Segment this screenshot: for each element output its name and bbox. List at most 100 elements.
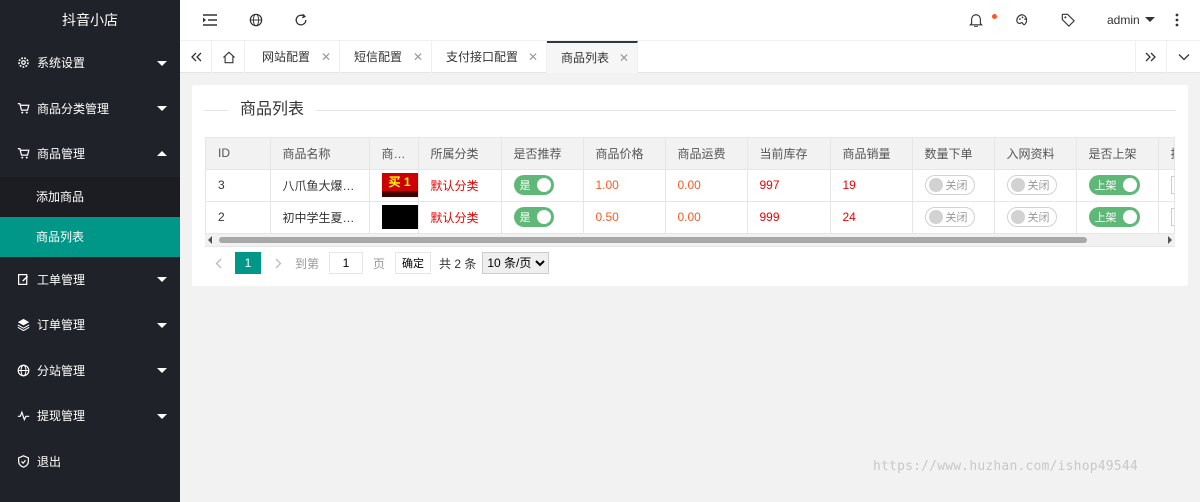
tabs-menu-button[interactable]	[1168, 41, 1200, 73]
total-count: 共 2 条	[439, 256, 477, 271]
caret-down-icon	[1144, 17, 1155, 22]
sidebar-item-withdraw-mgmt[interactable]: 提现管理	[0, 393, 180, 439]
top-header: admin	[180, 0, 1200, 41]
scrollbar-thumb[interactable]	[219, 237, 1087, 243]
scroll-right-arrow-icon[interactable]	[1168, 236, 1172, 244]
prev-page-button[interactable]	[205, 252, 231, 274]
chevron-down-icon	[157, 60, 167, 66]
cell-recommend: 是	[501, 169, 584, 202]
goto-confirm-button[interactable]: 确定	[395, 252, 432, 274]
more-vertical-icon[interactable]	[1169, 12, 1185, 28]
sidebar-item-logout[interactable]: 退出	[0, 439, 180, 485]
refresh-icon[interactable]	[293, 12, 309, 28]
cell-qty-order: 关闭	[912, 201, 995, 234]
goto-page-input[interactable]	[329, 252, 364, 274]
cell-on-sale: 上架	[1076, 201, 1159, 234]
edit-icon	[16, 272, 30, 286]
column-header[interactable]: 排	[1158, 138, 1174, 170]
cell-category: 默认分类	[418, 169, 502, 202]
sidebar-item-category-mgmt[interactable]: 商品分类管理	[0, 86, 180, 132]
scroll-left-arrow-icon[interactable]	[208, 236, 212, 244]
tabs-scroll-right-button[interactable]	[1135, 41, 1167, 73]
column-header[interactable]: 数量下单	[912, 138, 995, 170]
globe-icon	[16, 363, 30, 377]
card-header: 商品列表	[204, 100, 1176, 120]
tabs-scroll-left-button[interactable]	[180, 41, 212, 73]
column-header[interactable]: 商品名称	[270, 138, 370, 170]
cell-sales: 24	[830, 201, 913, 234]
page-number-current[interactable]: 1	[235, 252, 261, 274]
home-tab[interactable]	[213, 41, 245, 73]
column-header[interactable]: ID	[206, 138, 271, 170]
cell-shipping: 0.00	[665, 201, 748, 234]
sidebar-item-product-list[interactable]: 商品列表	[0, 216, 180, 257]
sidebar: 抖音小店 系统设置 商品分类管理 商品管理 添加商品 商品列表 工单管理 订单管…	[0, 0, 180, 502]
user-menu[interactable]: admin	[1107, 0, 1155, 40]
table-row: 2 初中学生夏… 默认分类 是 0.50 0.00 999 24 关闭 关闭 上…	[206, 201, 1174, 234]
network-toggle[interactable]: 关闭	[1006, 175, 1057, 195]
column-header[interactable]: 商…	[369, 138, 419, 170]
tab-product-list[interactable]: 商品列表 ✕	[547, 41, 638, 73]
qty-order-toggle[interactable]: 关闭	[924, 175, 975, 195]
cell-id: 3	[206, 169, 271, 202]
column-header[interactable]: 是否上架	[1076, 138, 1159, 170]
recommend-toggle[interactable]: 是	[513, 175, 554, 195]
sidebar-item-label: 退出	[37, 454, 62, 469]
divider	[204, 110, 1176, 111]
close-icon[interactable]: ✕	[321, 41, 331, 73]
on-sale-toggle[interactable]: 上架	[1088, 207, 1140, 227]
cell-price: 0.50	[583, 201, 666, 234]
tab-site-config[interactable]: 网站配置 ✕	[248, 41, 340, 73]
tab-label: 网站配置	[262, 50, 311, 64]
column-header[interactable]: 当前库存	[747, 138, 831, 170]
sidebar-item-label: 订单管理	[37, 318, 86, 333]
cell-recommend: 是	[501, 201, 584, 234]
column-header[interactable]: 商品价格	[583, 138, 666, 170]
sidebar-item-label: 分站管理	[37, 363, 86, 378]
chevron-up-icon	[157, 150, 167, 156]
tab-payment-config[interactable]: 支付接口配置 ✕	[432, 41, 547, 73]
column-header[interactable]: 入网资料	[994, 138, 1077, 170]
product-thumbnail[interactable]	[381, 205, 417, 229]
chevron-down-icon	[157, 368, 167, 374]
cell-thumb: 买 1	[369, 169, 419, 202]
table-horizontal-scrollbar[interactable]	[205, 234, 1175, 246]
close-icon[interactable]: ✕	[413, 41, 423, 73]
tab-sms-config[interactable]: 短信配置 ✕	[340, 41, 432, 73]
sidebar-item-system-settings[interactable]: 系统设置	[0, 40, 180, 86]
cell-id: 2	[206, 201, 271, 234]
tag-icon[interactable]	[1060, 12, 1076, 28]
column-header[interactable]: 商品运费	[665, 138, 748, 170]
chevron-down-icon	[157, 106, 167, 112]
recommend-toggle[interactable]: 是	[513, 207, 554, 227]
cell-stock: 997	[747, 169, 831, 202]
tab-label: 商品列表	[561, 51, 610, 65]
page-size-select[interactable]: 10 条/页	[482, 252, 550, 274]
menu-fold-icon[interactable]	[202, 12, 218, 28]
close-icon[interactable]: ✕	[528, 41, 538, 73]
column-header[interactable]: 商品销量	[830, 138, 913, 170]
column-header[interactable]: 是否推荐	[501, 138, 584, 170]
sidebar-item-substation-mgmt[interactable]: 分站管理	[0, 348, 180, 394]
sidebar-item-order-mgmt[interactable]: 订单管理	[0, 302, 180, 348]
network-toggle[interactable]: 关闭	[1006, 207, 1057, 227]
cell-thumb	[369, 201, 419, 234]
cell-sales: 19	[830, 169, 913, 202]
chevron-down-icon	[157, 322, 167, 328]
sidebar-item-ticket-mgmt[interactable]: 工单管理	[0, 257, 180, 303]
qty-order-toggle[interactable]: 关闭	[924, 207, 975, 227]
tab-bar: 网站配置 ✕ 短信配置 ✕ 支付接口配置 ✕ 商品列表 ✕	[180, 41, 1200, 73]
cell-name: 八爪鱼大爆…	[270, 169, 370, 202]
pulse-icon	[16, 409, 30, 423]
product-thumbnail[interactable]: 买 1	[381, 173, 417, 197]
globe-icon[interactable]	[248, 12, 264, 28]
close-icon[interactable]: ✕	[619, 43, 629, 73]
sidebar-item-add-product[interactable]: 添加商品	[0, 177, 180, 217]
bell-icon[interactable]	[968, 12, 984, 28]
on-sale-toggle[interactable]: 上架	[1088, 175, 1140, 195]
gear-icon	[16, 56, 30, 70]
next-page-button[interactable]	[265, 252, 291, 274]
column-header[interactable]: 所属分类	[418, 138, 502, 170]
theme-palette-icon[interactable]	[1014, 12, 1030, 28]
sidebar-item-product-mgmt[interactable]: 商品管理	[0, 131, 180, 177]
